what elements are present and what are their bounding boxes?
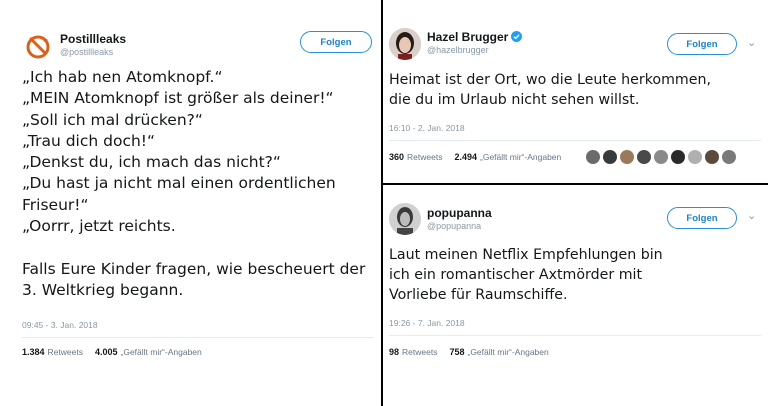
- liker-avatars: [586, 150, 736, 164]
- timestamp[interactable]: 19:26 - 7. Jan. 2018: [389, 318, 465, 328]
- liker-avatar[interactable]: [654, 150, 668, 164]
- tweet-line: „Trau dich doch!“: [22, 131, 156, 150]
- tweet-line: 3. Weltkrieg begann.: [22, 280, 184, 299]
- likes-label[interactable]: „Gefällt mir“-Angaben: [480, 152, 561, 162]
- likes-label[interactable]: „Gefällt mir“-Angaben: [121, 347, 202, 357]
- user-name[interactable]: popupanna: [427, 206, 492, 220]
- tweet-hazelbrugger: Hazel Brugger @hazelbrugger Folgen ⌄ Hei…: [383, 0, 768, 183]
- retweets-label[interactable]: Retweets: [407, 152, 442, 162]
- tweet-line: Heimat ist der Ort, wo die Leute herkomm…: [389, 72, 711, 88]
- tweet-line: „Ich hab nen Atomknopf.“: [22, 68, 223, 86]
- tweet-line: „Denkst du, ich mach das nicht?“: [22, 153, 281, 172]
- tweet-line: „Soll ich mal drücken?“: [22, 110, 203, 129]
- likes-count[interactable]: 758: [449, 347, 464, 357]
- tweet-stats: 360 Retweets 2.494 „Gefällt mir“-Angaben: [389, 152, 561, 162]
- tweet-postillleaks: Postillleaks @postillleaks Folgen „Ich h…: [0, 0, 381, 406]
- tweet-line: „MEIN Atomknopf ist größer als deiner!“: [22, 89, 334, 108]
- user-handle[interactable]: @hazelbrugger: [427, 45, 489, 55]
- tweet-line: Laut meinen Netflix Empfehlungen bin: [389, 247, 663, 263]
- user-handle[interactable]: @popupanna: [427, 221, 481, 231]
- postillleaks-logo-icon: [22, 30, 54, 62]
- tweet-text: „Ich hab nen Atomknopf.“ „MEIN Atomknopf…: [22, 67, 365, 301]
- user-handle[interactable]: @postillleaks: [60, 47, 113, 57]
- tweet-line: Friseur!“: [22, 195, 89, 214]
- verified-badge-icon: [511, 31, 522, 42]
- avatar[interactable]: [389, 28, 421, 60]
- likes-label[interactable]: „Gefällt mir“-Angaben: [467, 347, 548, 357]
- retweets-label[interactable]: Retweets: [48, 347, 83, 357]
- liker-avatar[interactable]: [671, 150, 685, 164]
- follow-button[interactable]: Folgen: [300, 31, 372, 53]
- liker-avatar[interactable]: [722, 150, 736, 164]
- tweet-stats: 1.384 Retweets 4.005 „Gefällt mir“-Angab…: [22, 347, 202, 357]
- tweet-line: „Du hast ja nicht mal einen ordentlichen: [22, 174, 336, 193]
- retweets-count[interactable]: 1.384: [22, 347, 45, 357]
- liker-avatar[interactable]: [586, 150, 600, 164]
- tweet-text: Heimat ist der Ort, wo die Leute herkomm…: [389, 70, 711, 110]
- liker-avatar[interactable]: [688, 150, 702, 164]
- avatar[interactable]: [389, 203, 421, 235]
- chevron-down-icon[interactable]: ⌄: [747, 36, 756, 49]
- hazel-portrait-icon: [389, 28, 421, 60]
- user-name[interactable]: Hazel Brugger: [427, 30, 508, 44]
- likes-count[interactable]: 4.005: [95, 347, 118, 357]
- tweet-line: „Oorrr, jetzt reichts.: [22, 217, 176, 236]
- timestamp[interactable]: 09:45 - 3. Jan. 2018: [22, 320, 98, 330]
- separator: [22, 337, 374, 338]
- tweet-line: [22, 237, 365, 258]
- liker-avatar[interactable]: [705, 150, 719, 164]
- liker-avatar[interactable]: [637, 150, 651, 164]
- tweet-stats: 98 Retweets 758 „Gefällt mir“-Angaben: [389, 347, 549, 357]
- separator: [389, 140, 761, 141]
- retweets-count[interactable]: 98: [389, 347, 399, 357]
- timestamp[interactable]: 16:10 - 2. Jan. 2018: [389, 123, 465, 133]
- tweet-line: die du im Urlaub nicht sehen willst.: [389, 92, 640, 108]
- follow-button[interactable]: Folgen: [667, 207, 737, 229]
- liker-avatar[interactable]: [620, 150, 634, 164]
- tweet-popupanna: popupanna @popupanna Folgen ⌄ Laut meine…: [383, 185, 768, 406]
- chevron-down-icon[interactable]: ⌄: [747, 209, 756, 222]
- likes-count[interactable]: 2.494: [454, 152, 477, 162]
- tweet-text: Laut meinen Netflix Empfehlungen bin ich…: [389, 245, 663, 305]
- avatar[interactable]: [22, 30, 54, 62]
- tweet-line: ich ein romantischer Axtmörder mit: [389, 267, 643, 283]
- liker-avatar[interactable]: [603, 150, 617, 164]
- tweet-line: Vorliebe für Raumschiffe.: [389, 287, 568, 303]
- popupanna-portrait-icon: [389, 203, 421, 235]
- user-name[interactable]: Postillleaks: [60, 32, 126, 46]
- follow-button[interactable]: Folgen: [667, 33, 737, 55]
- separator: [389, 335, 761, 336]
- retweets-count[interactable]: 360: [389, 152, 404, 162]
- retweets-label[interactable]: Retweets: [402, 347, 437, 357]
- tweet-line: Falls Eure Kinder fragen, wie bescheuert…: [22, 259, 366, 278]
